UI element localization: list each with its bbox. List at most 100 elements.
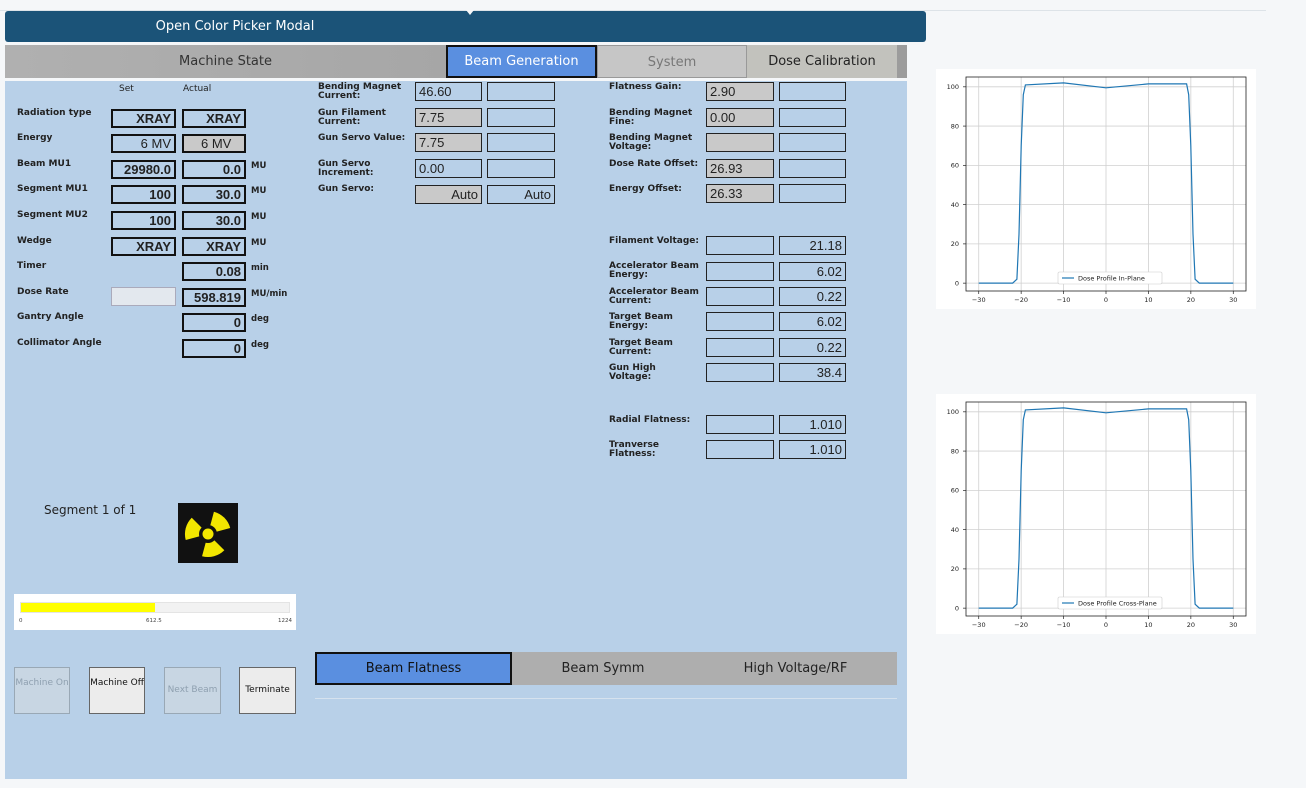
x-tick-label: −10 [1057, 621, 1071, 629]
label-accelerator-beam-current: Accelerator Beam Current: [609, 287, 699, 306]
gun-servo-mode-readback: Auto [487, 185, 555, 204]
accelerator-beam-energy-readback: 6.02 [779, 262, 846, 281]
set-segment-mu2[interactable]: 100 [111, 211, 176, 230]
tab-beam-symm[interactable]: Beam Symm [512, 652, 694, 685]
actual-beam-mu1: 0.0 [182, 160, 246, 179]
segment-indicator: Segment 1 of 1 [44, 503, 137, 517]
target-beam-energy-readback: 6.02 [779, 312, 846, 331]
mu-progress-widget: 0 612.5 1224 [14, 594, 296, 630]
tab-beam-flatness[interactable]: Beam Flatness [315, 652, 512, 685]
target-beam-current-value[interactable] [706, 338, 774, 357]
x-tick-label: −20 [1014, 296, 1028, 304]
label-filament-voltage: Filament Voltage: [609, 236, 699, 246]
x-tick-label: −30 [972, 621, 986, 629]
flatness-gain-value[interactable]: 2.90 [706, 82, 774, 101]
label-wedge: Wedge [17, 236, 52, 246]
actual-timer: 0.08 [182, 262, 246, 281]
set-dose-rate-field[interactable] [111, 287, 176, 306]
label-segment-mu2: Segment MU2 [17, 210, 88, 220]
target-beam-current-readback: 0.22 [779, 338, 846, 357]
label-gun-filament-current: Gun Filament Current: [318, 108, 386, 127]
tab-high-voltage-rf[interactable]: High Voltage/RF [694, 652, 897, 685]
x-tick-label: 0 [1104, 621, 1108, 629]
filament-voltage-readback: 21.18 [779, 236, 846, 255]
tab-dose-calibration[interactable]: Dose Calibration [747, 45, 897, 78]
y-tick-label: 20 [951, 240, 959, 248]
gun-high-voltage-value[interactable] [706, 363, 774, 382]
progress-fill [21, 603, 156, 612]
x-tick-label: −30 [972, 296, 986, 304]
transverse-flatness-value[interactable] [706, 440, 774, 459]
label-transverse-flatness: Tranverse Flatness: [609, 440, 659, 459]
x-tick-label: −20 [1014, 621, 1028, 629]
label-energy: Energy [17, 133, 53, 143]
actual-collimator-angle: 0 [182, 339, 246, 358]
y-tick-label: 40 [951, 526, 959, 534]
energy-offset-value[interactable]: 26.33 [706, 184, 774, 203]
tab-beam-generation[interactable]: Beam Generation [446, 45, 597, 78]
chart-in-plane-svg: −30 −20 −10 0 10 20 30 0 20 40 60 80 100 Dose Profile… [947, 76, 1247, 304]
label-flatness-gain: Flatness Gain: [609, 82, 682, 92]
y-tick-label: 100 [947, 83, 959, 91]
label-timer: Timer [17, 261, 47, 271]
unit-segment-mu1: MU [251, 186, 267, 196]
radial-flatness-readback: 1.010 [779, 415, 846, 434]
label-dose-rate: Dose Rate [17, 287, 69, 297]
label-beam-mu1: Beam MU1 [17, 159, 72, 169]
bending-magnet-fine-value[interactable]: 0.00 [706, 108, 774, 127]
machine-on-button[interactable]: Machine On [14, 667, 70, 714]
label-bending-magnet-current: Bending Magnet Current: [318, 82, 402, 101]
set-beam-mu1[interactable]: 29980.0 [111, 160, 176, 179]
progress-min-label: 0 [19, 618, 23, 624]
tab-machine-state[interactable]: Machine State [5, 45, 446, 78]
main-tab-bar: Machine State Beam Generation System Dos… [5, 45, 907, 78]
gun-filament-current-value[interactable]: 7.75 [415, 108, 482, 127]
chart-cross-plane-svg: −30 −20 −10 0 10 20 30 0 20 40 60 80 100 Dose Profile… [947, 401, 1247, 629]
bending-magnet-voltage-value[interactable] [706, 133, 774, 152]
bending-magnet-current-value[interactable]: 46.60 [415, 82, 482, 101]
actual-segment-mu1: 30.0 [182, 185, 246, 204]
set-energy[interactable]: 6 MV [111, 134, 176, 153]
label-collimator-angle: Collimator Angle [17, 338, 102, 348]
filament-voltage-value[interactable] [706, 236, 774, 255]
label-dose-rate-offset: Dose Rate Offset: [609, 159, 699, 169]
dose-rate-offset-value[interactable]: 26.93 [706, 159, 774, 178]
y-tick-label: 80 [951, 447, 959, 455]
label-energy-offset: Energy Offset: [609, 184, 682, 194]
radiation-icon [178, 503, 238, 563]
next-beam-button[interactable]: Next Beam [164, 667, 221, 714]
label-accelerator-beam-energy: Accelerator Beam Energy: [609, 261, 699, 280]
y-tick-label: 0 [955, 279, 959, 287]
accelerator-beam-current-value[interactable] [706, 287, 774, 306]
y-tick-label: 60 [951, 487, 959, 495]
terminate-button[interactable]: Terminate [239, 667, 296, 714]
open-color-picker-button[interactable]: Open Color Picker Modal [5, 10, 926, 42]
actual-gantry-angle: 0 [182, 313, 246, 332]
actual-dose-rate: 598.819 [182, 288, 246, 307]
actual-radiation-type: XRAY [182, 109, 246, 128]
gun-servo-increment-value[interactable]: 0.00 [415, 159, 482, 178]
progress-mid-label: 612.5 [146, 618, 162, 624]
radial-flatness-value[interactable] [706, 415, 774, 434]
x-tick-label: 20 [1187, 621, 1195, 629]
set-wedge[interactable]: XRAY [111, 237, 176, 256]
header-set: Set [119, 84, 134, 94]
tab-system[interactable]: System [597, 45, 747, 78]
unit-wedge: MU [251, 238, 267, 248]
gun-servo-value-value[interactable]: 7.75 [415, 133, 482, 152]
accelerator-beam-energy-value[interactable] [706, 262, 774, 281]
gun-servo-mode-select[interactable]: Auto [415, 185, 482, 204]
set-segment-mu1[interactable]: 100 [111, 185, 176, 204]
y-tick-label: 40 [951, 201, 959, 209]
header-actual: Actual [183, 84, 212, 94]
actual-energy: 6 MV [182, 134, 246, 153]
set-radiation-type[interactable]: XRAY [111, 109, 176, 128]
unit-collimator-angle: deg [251, 340, 269, 350]
label-target-beam-energy: Target Beam Energy: [609, 312, 673, 331]
machine-off-button[interactable]: Machine Off [89, 667, 145, 714]
open-color-picker-label: Open Color Picker Modal [155, 19, 315, 34]
target-beam-energy-value[interactable] [706, 312, 774, 331]
gun-servo-increment-readback [487, 159, 555, 178]
actual-wedge: XRAY [182, 237, 246, 256]
label-bending-magnet-voltage: Bending Magnet Voltage: [609, 133, 693, 152]
